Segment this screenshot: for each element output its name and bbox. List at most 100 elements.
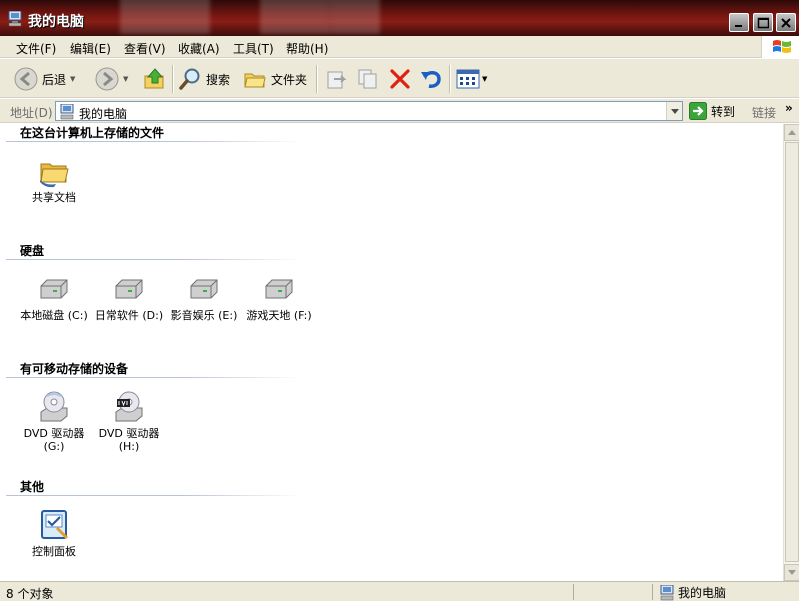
- address-value: 我的电脑: [79, 107, 128, 121]
- item-dvd-g[interactable]: DVD 驱动器 (G:): [16, 390, 92, 453]
- title-bar[interactable]: 我的电脑: [0, 0, 799, 36]
- move-to-button[interactable]: [324, 65, 348, 93]
- views-dropdown-icon[interactable]: ▼: [482, 75, 487, 83]
- item-label: DVD 驱动器: [98, 427, 160, 440]
- item-shared-documents[interactable]: 共享文档: [16, 156, 92, 204]
- hard-drive-icon: [265, 279, 293, 299]
- back-label: 后退: [42, 72, 67, 87]
- menu-edit[interactable]: 编辑(E): [70, 40, 111, 57]
- close-button[interactable]: [776, 13, 796, 32]
- move-to-icon: [327, 71, 347, 89]
- item-drive-c[interactable]: 本地磁盘 (C:): [16, 274, 92, 322]
- forward-dropdown-icon[interactable]: ▼: [123, 75, 128, 83]
- folders-button[interactable]: 文件夹: [243, 65, 307, 93]
- folders-icon: [244, 73, 266, 88]
- item-label: DVD 驱动器: [23, 427, 85, 440]
- group-header-removable: 有可移动存储的设备: [20, 362, 129, 376]
- menu-tools[interactable]: 工具(T): [233, 40, 274, 57]
- group-header-files: 在这台计算机上存储的文件: [20, 126, 165, 140]
- menu-favorites[interactable]: 收藏(A): [178, 40, 220, 57]
- minimize-button[interactable]: [729, 13, 749, 32]
- copy-to-icon: [358, 69, 377, 89]
- group-divider: [6, 495, 302, 496]
- close-icon: [781, 18, 791, 28]
- undo-button[interactable]: [419, 65, 443, 93]
- item-sublabel: (H:): [118, 440, 140, 453]
- status-divider: [652, 584, 653, 600]
- windows-flag-icon: [773, 40, 791, 53]
- item-drive-e[interactable]: 影音娱乐 (E:): [166, 274, 242, 322]
- scroll-down-button[interactable]: [784, 564, 799, 581]
- menu-help[interactable]: 帮助(H): [286, 40, 328, 57]
- forward-button[interactable]: ▼: [95, 65, 128, 93]
- undo-icon: [421, 71, 441, 88]
- scroll-thumb[interactable]: [785, 142, 799, 562]
- item-label: 游戏天地 (F:): [246, 309, 312, 322]
- address-dropdown-button[interactable]: [666, 102, 682, 120]
- toolbar: 后退 ▼ ▼ 搜索 文件夹 ▼: [0, 59, 799, 98]
- views-button[interactable]: ▼: [456, 65, 487, 93]
- up-button[interactable]: [143, 65, 167, 93]
- item-sublabel: (G:): [43, 440, 65, 453]
- links-label[interactable]: 链接: [752, 104, 776, 121]
- hard-drive-icon: [190, 279, 218, 299]
- window-title: 我的电脑: [28, 14, 84, 30]
- group-header-other: 其他: [20, 480, 45, 494]
- item-drive-f[interactable]: 游戏天地 (F:): [241, 274, 317, 322]
- chevron-down-icon: [671, 109, 679, 114]
- object-count: 8 个对象: [6, 587, 54, 601]
- delete-button[interactable]: [388, 65, 412, 93]
- item-control-panel[interactable]: 控制面板: [16, 508, 92, 558]
- folders-label: 文件夹: [271, 72, 308, 87]
- back-button[interactable]: 后退 ▼: [14, 65, 75, 93]
- minimize-icon: [735, 25, 742, 27]
- back-arrow-icon: [14, 67, 38, 91]
- go-label: 转到: [711, 104, 736, 119]
- hard-drive-icon: [115, 279, 143, 299]
- item-label: 共享文档: [32, 191, 76, 204]
- item-drive-d[interactable]: 日常软件 (D:): [91, 274, 167, 322]
- status-location: 我的电脑: [660, 584, 726, 601]
- address-label: 地址(D): [10, 106, 53, 120]
- search-label: 搜索: [206, 72, 231, 87]
- menu-file[interactable]: 文件(F): [16, 40, 56, 57]
- status-location-label: 我的电脑: [678, 586, 727, 600]
- item-dvd-h[interactable]: DVD 驱动器 (H:): [91, 390, 167, 453]
- vertical-scrollbar[interactable]: [783, 124, 799, 581]
- scroll-up-button[interactable]: [784, 124, 799, 141]
- menu-bar: 文件(F) 编辑(E) 查看(V) 收藏(A) 工具(T) 帮助(H): [0, 36, 799, 58]
- group-header-hard-drives: 硬盘: [20, 244, 45, 258]
- toolbar-separator: [316, 65, 317, 93]
- chevron-down-icon: [788, 570, 796, 575]
- file-view[interactable]: 在这台计算机上存储的文件 共享文档 硬盘 本地磁盘 (C:) 日常软件 (D:): [4, 124, 783, 581]
- address-input[interactable]: 我的电脑: [55, 101, 683, 121]
- windows-logo: [761, 36, 799, 58]
- back-dropdown-icon[interactable]: ▼: [70, 75, 75, 83]
- links-chevron-icon[interactable]: »: [785, 101, 793, 115]
- item-label: 控制面板: [32, 545, 76, 558]
- dvd-drive-icon: [40, 391, 68, 422]
- group-divider: [6, 141, 302, 142]
- go-button[interactable]: 转到: [689, 101, 735, 121]
- maximize-button[interactable]: [753, 13, 773, 32]
- search-button[interactable]: 搜索: [178, 65, 230, 93]
- my-computer-icon: [60, 104, 74, 120]
- search-icon: [179, 68, 200, 90]
- delete-x-icon: [390, 69, 410, 89]
- chevron-up-icon: [788, 130, 796, 135]
- go-arrow-icon: [689, 102, 707, 120]
- my-computer-icon: [660, 584, 674, 600]
- address-bar: 地址(D) 我的电脑 转到 链接 »: [0, 99, 799, 123]
- toolbar-separator: [449, 65, 450, 93]
- control-panel-icon: [41, 510, 69, 540]
- folder-up-icon: [144, 68, 164, 89]
- menu-view[interactable]: 查看(V): [124, 40, 166, 57]
- copy-to-button[interactable]: [356, 65, 380, 93]
- status-bar: 8 个对象 我的电脑: [0, 581, 799, 601]
- dvd-drive-icon: [115, 391, 143, 422]
- group-divider: [6, 259, 302, 260]
- toolbar-separator: [172, 65, 173, 93]
- views-grid-icon: [456, 69, 480, 89]
- item-label: 影音娱乐 (E:): [170, 309, 238, 322]
- forward-arrow-icon: [95, 67, 119, 91]
